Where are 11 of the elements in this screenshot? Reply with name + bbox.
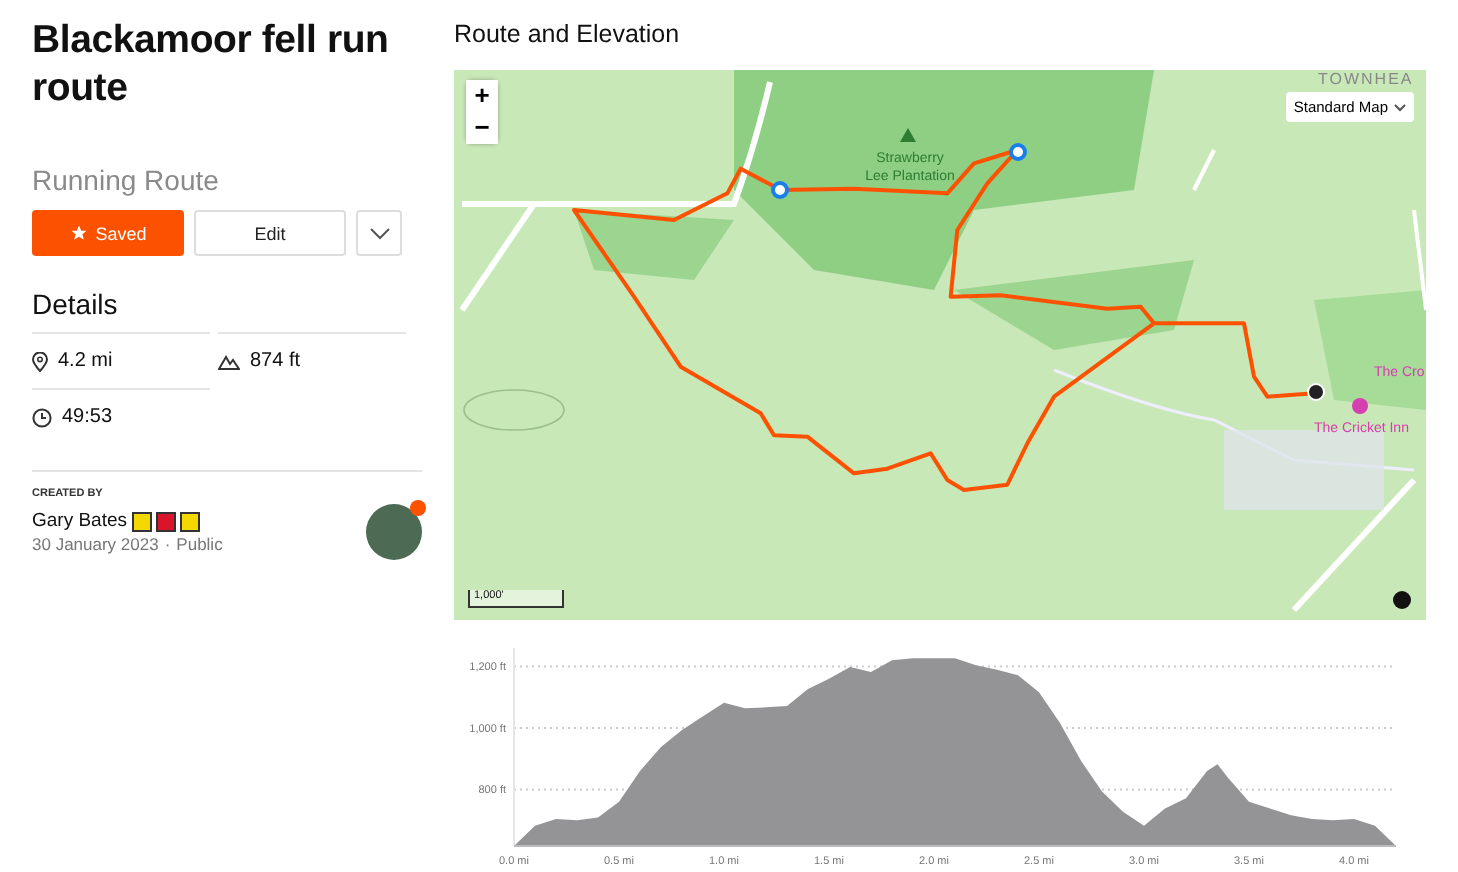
route-title: Blackamoor fell run route xyxy=(32,16,391,112)
time-value: 49:53 xyxy=(62,406,113,428)
separator-dot: · xyxy=(164,534,171,554)
route-type: Running Route xyxy=(32,164,221,196)
distance-value: 4.2 mi xyxy=(58,350,113,372)
map-label: TOWNHEA xyxy=(1318,70,1414,88)
elevation-value: 874 ft xyxy=(250,350,301,372)
created-date: 30 January 2023 xyxy=(32,534,159,554)
visibility-label: Public xyxy=(176,534,223,554)
details-heading: Details xyxy=(32,288,120,320)
map-heading: Route and Elevation xyxy=(454,20,682,52)
